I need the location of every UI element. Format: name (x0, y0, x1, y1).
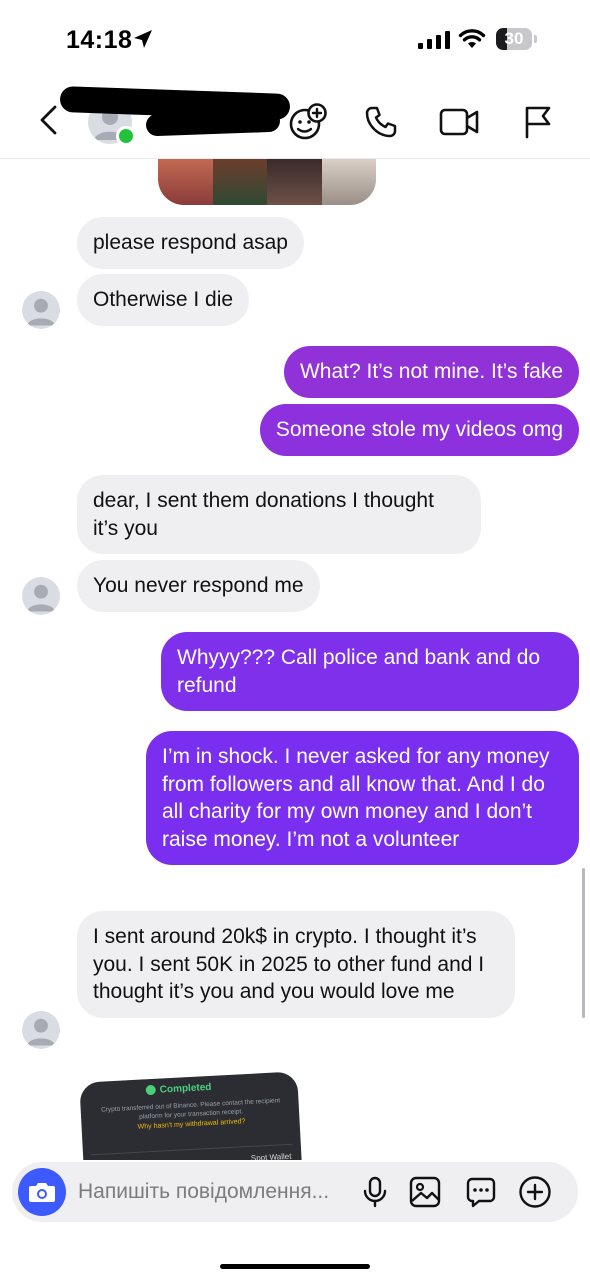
effects-button[interactable] (288, 102, 328, 142)
default-user-icon (27, 1018, 55, 1046)
cellular-signal-icon (418, 31, 450, 49)
online-status-dot (116, 126, 136, 146)
sender-avatar[interactable] (22, 1011, 60, 1049)
sender-avatar[interactable] (22, 577, 60, 615)
battery-cap (534, 35, 537, 43)
sticker-icon (466, 1177, 496, 1208)
battery-indicator: 30 (496, 28, 532, 50)
message-composer (12, 1162, 578, 1222)
gallery-icon (409, 1176, 441, 1208)
shared-photo-thumbnail[interactable] (158, 159, 376, 205)
shared-screenshot[interactable]: Completed Crypto transferred out of Bina… (79, 1071, 303, 1160)
battery-percent: 30 (504, 29, 524, 48)
scrollbar[interactable] (582, 868, 585, 1018)
message-bubble-outgoing[interactable]: I’m in shock. I never asked for any mone… (146, 731, 579, 865)
message-bubble-outgoing[interactable]: What? It’s not mine. It’s fake (283, 346, 579, 398)
camera-button[interactable] (18, 1168, 66, 1216)
plus-icon (519, 1176, 551, 1208)
default-user-icon (27, 584, 55, 612)
face-effects-icon (289, 103, 327, 140)
message-bubble-incoming[interactable]: You never respond me (77, 560, 320, 612)
screenshot-wallet-label: Spot Wallet (250, 1151, 292, 1160)
more-actions-button[interactable] (518, 1175, 552, 1209)
default-user-icon (27, 298, 55, 326)
gallery-button[interactable] (408, 1175, 442, 1209)
video-call-button[interactable] (438, 104, 480, 140)
voice-message-button[interactable] (358, 1175, 392, 1209)
phone-icon (365, 106, 397, 138)
flag-icon (525, 106, 551, 139)
chevron-left-icon (40, 105, 57, 135)
message-bubble-outgoing[interactable]: Whyyy??? Call police and bank and do ref… (161, 632, 579, 711)
chat-header (0, 82, 590, 159)
back-button[interactable] (32, 102, 66, 138)
wifi-icon (458, 29, 486, 48)
status-time: 14:18 (66, 26, 133, 54)
sticker-button[interactable] (464, 1175, 498, 1209)
status-bar: 14:18 30 (0, 0, 590, 80)
message-input[interactable] (78, 1162, 348, 1222)
camera-icon (29, 1183, 55, 1202)
message-thread[interactable]: please respond asap Otherwise I die What… (0, 159, 590, 1160)
report-button[interactable] (520, 102, 556, 142)
message-bubble-outgoing[interactable]: Someone stole my videos omg (259, 404, 579, 456)
video-camera-icon (439, 108, 479, 136)
message-bubble-incoming[interactable]: please respond asap (77, 217, 304, 269)
audio-call-button[interactable] (362, 102, 400, 142)
message-bubble-incoming[interactable]: dear, I sent them donations I thought it… (77, 475, 481, 554)
check-circle-icon (145, 1084, 157, 1096)
screenshot-status: Completed (159, 1081, 212, 1096)
sender-avatar[interactable] (22, 291, 60, 329)
location-arrow-icon (134, 30, 152, 48)
message-bubble-incoming[interactable]: I sent around 20k$ in crypto. I thought … (77, 911, 515, 1018)
home-indicator[interactable] (220, 1264, 370, 1269)
message-bubble-incoming[interactable]: Otherwise I die (77, 274, 250, 326)
redacted-contact-username (145, 109, 281, 137)
microphone-icon (363, 1176, 387, 1208)
